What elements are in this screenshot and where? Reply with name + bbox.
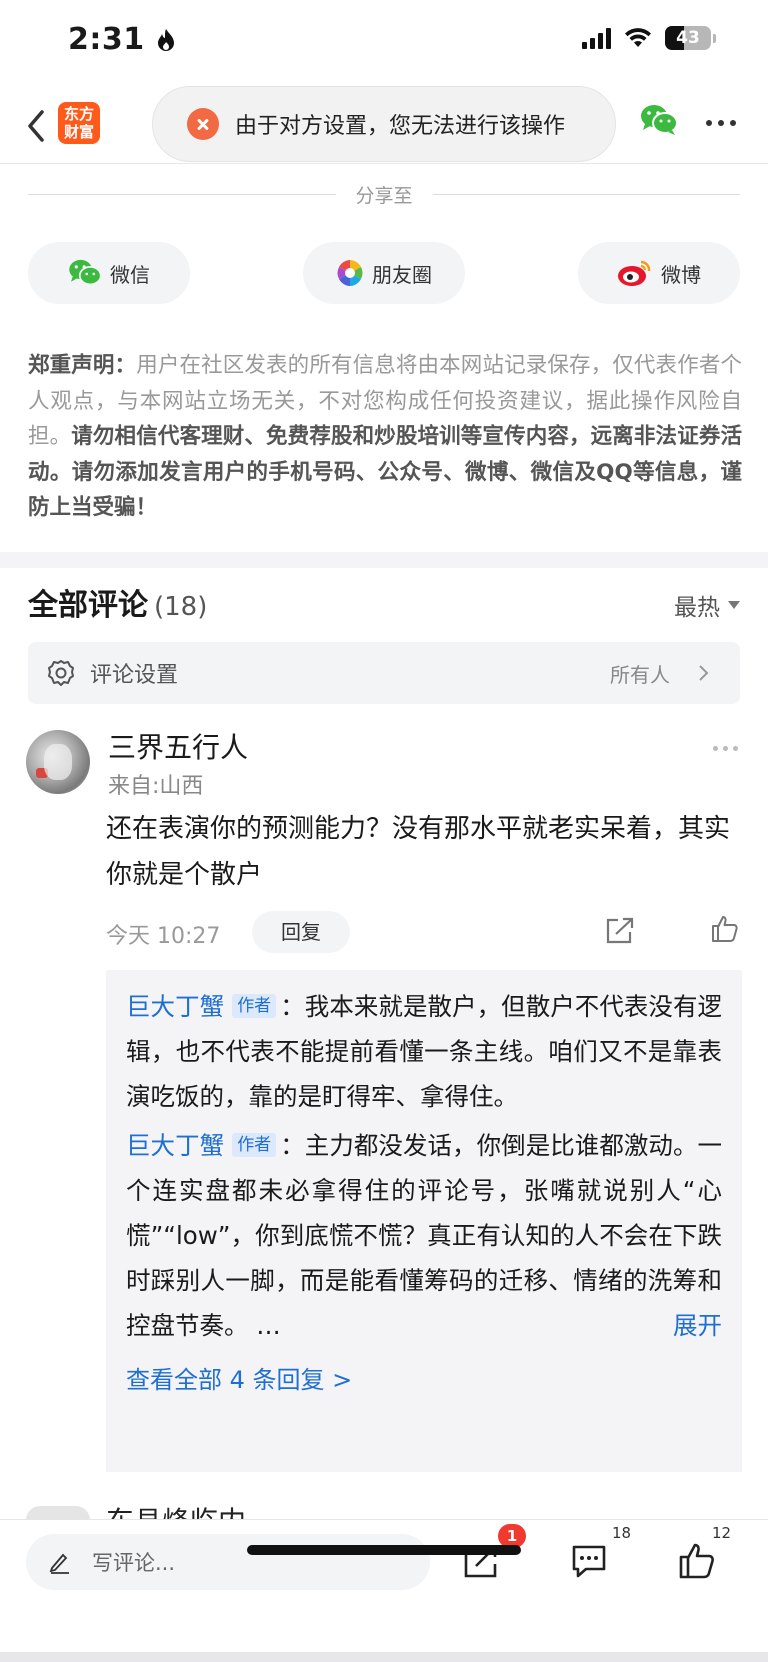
comment-location: 来自:山西 — [108, 774, 204, 799]
share-wechat-button[interactable]: 微信 — [28, 242, 190, 304]
toast-message: 由于对方设置，您无法进行该操作 — [152, 86, 616, 162]
avatar[interactable] — [26, 730, 90, 794]
reply-author[interactable]: 巨大丁蟹 — [126, 1131, 224, 1160]
reply-button[interactable]: 回复 — [252, 911, 350, 953]
thumbs-up-icon[interactable] — [710, 914, 740, 944]
reply-item[interactable]: 巨大丁蟹 作者 ：主力都没发话，你倒是比谁都激动。一个连实盘都未必拿得住的评论号，张… — [126, 1123, 722, 1348]
comment-count: 18 — [612, 1524, 632, 1542]
wifi-icon — [625, 28, 651, 47]
share-wechat-label: 微信 — [110, 262, 150, 287]
share-weibo-label: 微博 — [661, 262, 701, 287]
battery-icon: 43 — [665, 26, 711, 50]
status-bar: 2:31 43 — [0, 0, 768, 84]
wechat-icon — [69, 259, 102, 286]
comments-title: 全部评论 — [28, 588, 148, 623]
bottom-action-bar: 写评论... 1 18 12 — [0, 1519, 768, 1662]
share-buttons: 微信 朋友圈 微博 — [28, 242, 740, 304]
gear-icon — [48, 660, 74, 686]
weibo-icon — [618, 260, 651, 286]
more-options-icon[interactable] — [706, 120, 736, 126]
top-nav: 东方 财富 由于对方设置，您无法进行该操作 — [0, 84, 768, 164]
share-icon[interactable] — [604, 916, 636, 946]
wechat-icon[interactable] — [640, 104, 678, 136]
expand-link[interactable]: 展开 — [673, 1303, 722, 1348]
bottom-strip — [0, 1652, 768, 1662]
home-indicator[interactable] — [247, 1545, 521, 1555]
author-badge: 作者 — [232, 994, 277, 1018]
reply-author[interactable]: 巨大丁蟹 — [126, 992, 224, 1021]
toast-text: 由于对方设置，您无法进行该操作 — [235, 114, 566, 139]
avatar[interactable] — [26, 1506, 90, 1520]
caret-down-icon — [728, 601, 740, 609]
share-title: 分享至 — [355, 184, 413, 207]
share-weibo-button[interactable]: 微博 — [578, 242, 740, 304]
comment-time: 今天 10:27 — [106, 924, 221, 949]
reply-text: 主力都没发话，你倒是比谁都激动。一个连实盘都未必拿得住的评论号，张嘴就说别人“心… — [126, 1131, 723, 1340]
comment-username[interactable]: 三界五行人 — [108, 726, 248, 766]
error-icon — [187, 108, 219, 140]
view-all-replies-link[interactable]: 查看全部 4 条回复 > — [126, 1360, 722, 1400]
battery-level: 43 — [676, 28, 700, 48]
disclaimer-warning: 请勿相信代客理财、免费荐股和炒股培训等宣传内容，远离非法证券活动。请勿添加发言用… — [28, 424, 742, 520]
comments-count: (18) — [154, 592, 208, 622]
settings-label: 评论设置 — [90, 663, 179, 688]
app-logo[interactable]: 东方 财富 — [58, 102, 100, 144]
disclaimer: 郑重声明：用户在社区发表的所有信息将由本网站记录保存，仅代表作者个人观点，与本网… — [28, 348, 742, 526]
share-title-row: 分享至 — [28, 176, 741, 212]
pencil-icon — [49, 1553, 69, 1574]
share-moments-label: 朋友圈 — [372, 262, 432, 287]
flame-icon — [157, 29, 174, 51]
section-divider — [0, 552, 768, 568]
chevron-right-icon — [699, 665, 709, 681]
share-moments-button[interactable]: 朋友圈 — [303, 242, 465, 304]
sort-label: 最热 — [674, 595, 720, 621]
disclaimer-lead: 郑重声明： — [28, 353, 137, 378]
comments-header: 全部评论 (18) 最热 — [28, 580, 740, 624]
thumbs-up-icon[interactable] — [678, 1542, 716, 1580]
comment-input[interactable]: 写评论... — [26, 1534, 430, 1590]
status-time: 2:31 — [68, 22, 176, 57]
moments-icon — [337, 260, 363, 286]
settings-value: 所有人 — [610, 662, 670, 687]
comment-more-icon[interactable] — [713, 746, 738, 751]
comment-icon[interactable] — [570, 1542, 608, 1580]
like-count: 12 — [712, 1524, 732, 1542]
comment-text: 还在表演你的预测能力？没有那水平就老实呆着，其实你就是个散户 — [106, 814, 731, 890]
comment-settings-bar[interactable]: 评论设置 所有人 — [28, 642, 740, 704]
replies-box: 巨大丁蟹 作者 ：我本来就是散户，但散户不代表没有逻辑，也不代表不能提前看懂一条主线… — [106, 970, 742, 1472]
reply-item[interactable]: 巨大丁蟹 作者 ：我本来就是散户，但散户不代表没有逻辑，也不代表不能提前看懂一条主线… — [126, 984, 722, 1119]
comment-input-placeholder: 写评论... — [92, 1551, 176, 1575]
author-badge: 作者 — [232, 1133, 277, 1157]
back-arrow-icon[interactable] — [20, 106, 54, 146]
cellular-signal-icon — [582, 27, 611, 49]
status-icons: 43 — [582, 26, 716, 50]
comment-username[interactable]: 东县烽临内 — [106, 1500, 246, 1520]
sort-dropdown[interactable]: 最热 — [674, 588, 740, 622]
